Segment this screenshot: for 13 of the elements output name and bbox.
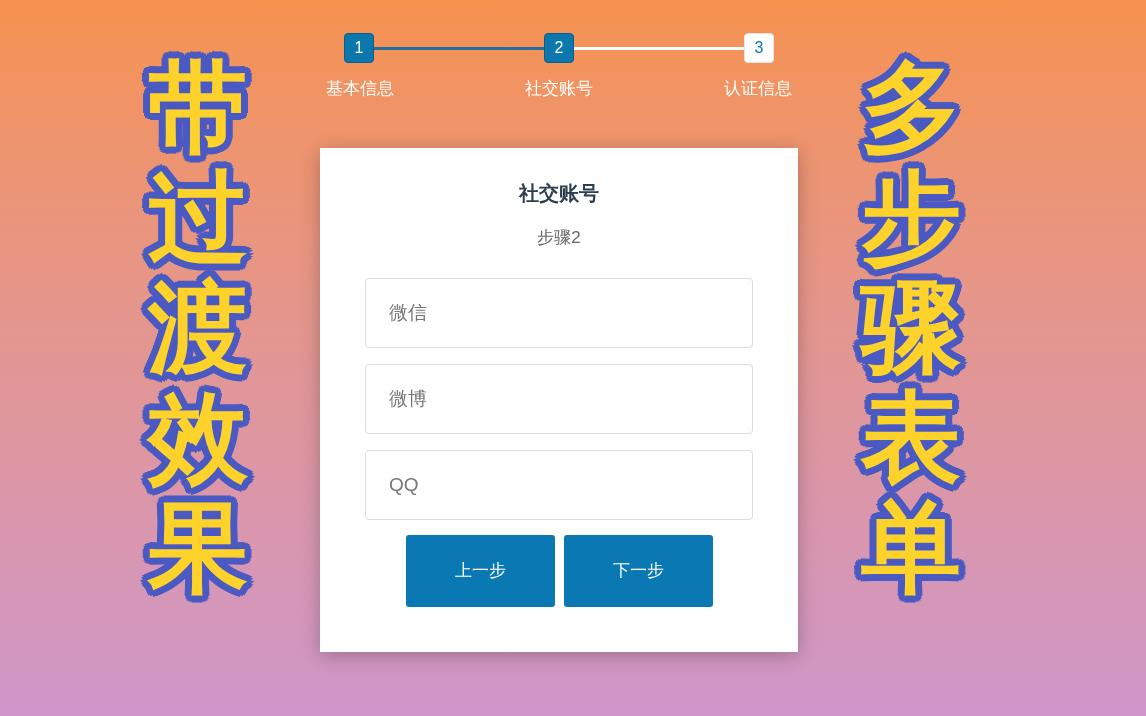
input-field[interactable]: 微信 — [365, 278, 753, 348]
input-field[interactable]: 微博 — [365, 364, 753, 434]
step-subtitle: 步骤2 — [537, 227, 581, 249]
step-number: 1 — [344, 33, 374, 63]
step-label: 基本信息 — [326, 78, 394, 100]
step-number: 2 — [544, 33, 574, 63]
next-button[interactable]: 下一步 — [563, 535, 713, 607]
step-label: 认证信息 — [724, 78, 792, 100]
step-number: 3 — [744, 33, 774, 63]
previous-button[interactable]: 上一步 — [405, 535, 555, 607]
card-title: 社交账号 — [519, 181, 599, 206]
step-label: 社交账号 — [525, 78, 593, 100]
input-field[interactable]: QQ — [365, 450, 753, 520]
